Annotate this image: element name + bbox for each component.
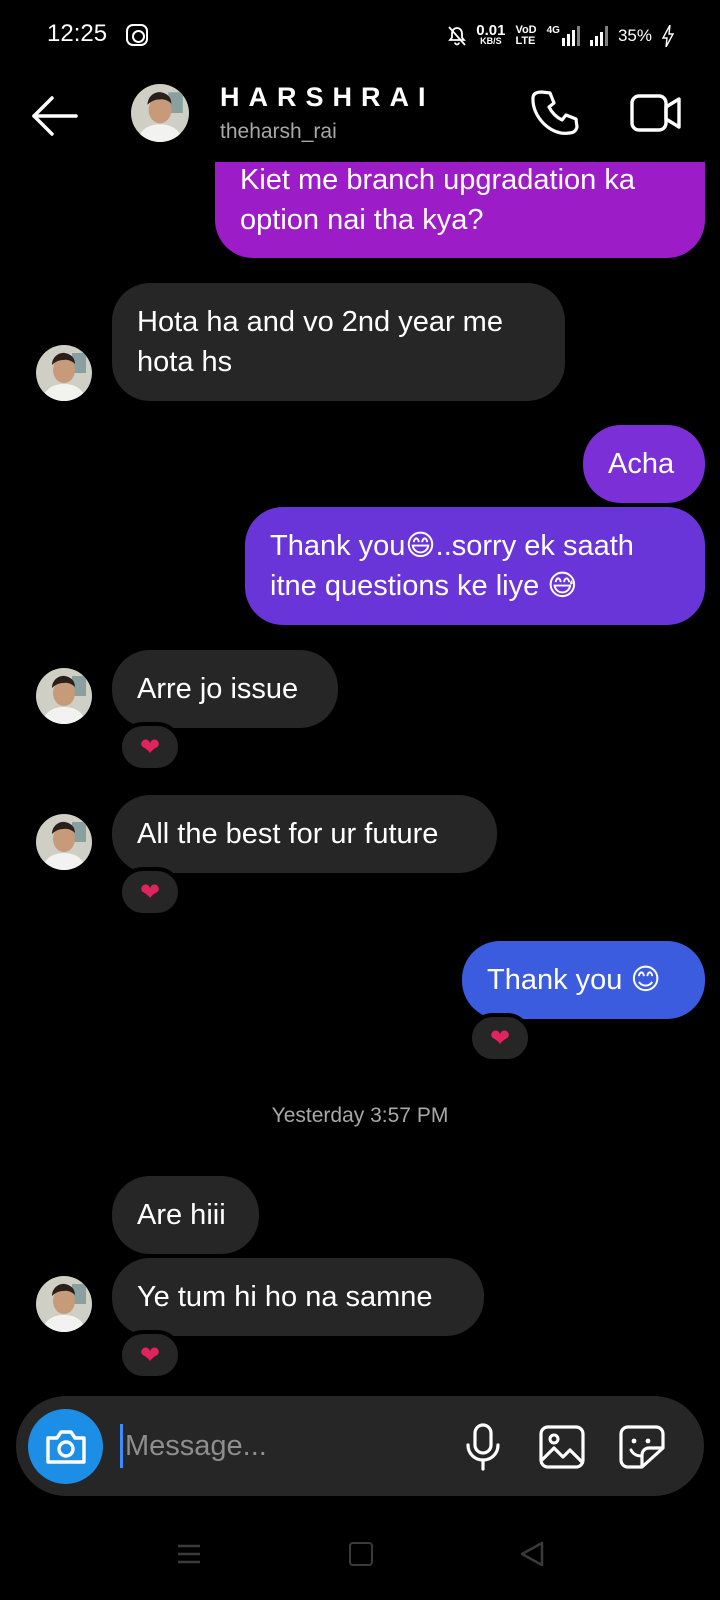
chat-header: HARSHRAI theharsh_rai: [0, 72, 720, 162]
network-speed: 0.01 KB/S: [476, 22, 506, 47]
microphone-icon[interactable]: [460, 1422, 506, 1472]
heart-reaction[interactable]: ❤: [468, 1013, 532, 1063]
instagram-notification-icon: [126, 24, 148, 46]
contact-name[interactable]: HARSHRAI: [220, 82, 435, 113]
avatar[interactable]: [131, 84, 189, 142]
message-text: Thank you😄..sorry ek saath itne question…: [270, 530, 634, 602]
heart-reaction[interactable]: ❤: [118, 1330, 182, 1380]
contact-username[interactable]: theharsh_rai: [220, 120, 337, 144]
speed-value: 0.01: [476, 22, 506, 39]
message-incoming[interactable]: Arre jo issue: [112, 650, 338, 728]
network-type: 4G: [546, 25, 560, 36]
message-text: Kiet me branch upgradation ka option nai…: [240, 164, 635, 236]
charging-bolt-icon: [662, 25, 674, 47]
speed-unit: KB/S: [480, 36, 502, 46]
recent-apps-icon[interactable]: [176, 1542, 202, 1566]
camera-icon: [45, 1429, 86, 1464]
heart-reaction[interactable]: ❤: [118, 722, 182, 772]
gallery-icon[interactable]: [538, 1424, 586, 1470]
avatar[interactable]: [36, 668, 92, 724]
message-text: Are hiii: [137, 1199, 226, 1231]
message-outgoing[interactable]: Acha: [583, 425, 705, 503]
mute-bell-icon: [448, 26, 467, 46]
status-indicators: 0.01 KB/S VoD LTE 4G 35%: [448, 22, 674, 50]
signal-icon: [589, 26, 608, 46]
message-text: Thank you 😊: [487, 964, 661, 996]
message-timestamp: Yesterday 3:57 PM: [271, 1104, 449, 1127]
heart-icon: ❤: [139, 1341, 161, 1369]
heart-icon: ❤: [139, 733, 161, 761]
heart-reaction[interactable]: ❤: [118, 867, 182, 917]
camera-button[interactable]: [28, 1409, 103, 1484]
message-text: All the best for ur future: [137, 818, 439, 850]
avatar[interactable]: [36, 345, 92, 401]
message-incoming[interactable]: All the best for ur future: [112, 795, 497, 873]
signal-4g-icon: 4G: [547, 26, 580, 46]
battery-level: 35%: [617, 26, 652, 45]
nav-back-icon[interactable]: [518, 1540, 546, 1568]
message-incoming[interactable]: Hota ha and vo 2nd year me hota hs: [112, 283, 565, 401]
message-text: Acha: [608, 448, 675, 480]
message-incoming[interactable]: Are hiii: [112, 1176, 259, 1254]
message-text: Hota ha and vo 2nd year me hota hs: [137, 306, 503, 378]
avatar[interactable]: [36, 814, 92, 870]
message-text: Ye tum hi ho na samne: [137, 1281, 433, 1313]
home-icon[interactable]: [349, 1542, 373, 1566]
message-composer: [16, 1396, 704, 1496]
status-bar: 12:25 0.01 KB/S VoD LTE 4G 35%: [0, 0, 720, 72]
message-outgoing[interactable]: Kiet me branch upgradation ka option nai…: [215, 150, 705, 258]
message-outgoing[interactable]: Thank you😄..sorry ek saath itne question…: [245, 507, 705, 625]
system-navigation-bar: [0, 1530, 720, 1580]
back-arrow-icon[interactable]: [30, 94, 80, 138]
message-text: Arre jo issue: [137, 673, 299, 705]
heart-icon: ❤: [489, 1024, 511, 1052]
heart-icon: ❤: [139, 878, 161, 906]
message-outgoing[interactable]: Thank you 😊: [462, 941, 705, 1019]
avatar[interactable]: [36, 1276, 92, 1332]
status-time: 12:25: [47, 20, 108, 47]
message-input[interactable]: [120, 1424, 450, 1468]
volte-bottom: LTE: [515, 35, 536, 47]
phone-icon[interactable]: [530, 88, 580, 138]
sticker-icon[interactable]: [618, 1424, 666, 1470]
video-camera-icon[interactable]: [630, 90, 682, 136]
volte-indicator: VoD LTE: [515, 25, 536, 47]
message-incoming[interactable]: Ye tum hi ho na samne: [112, 1258, 484, 1336]
